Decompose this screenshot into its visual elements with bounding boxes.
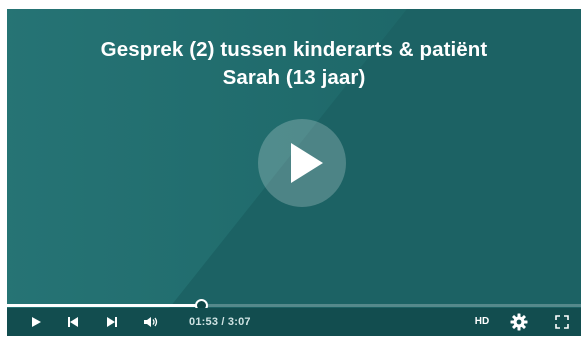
skip-back-icon	[68, 317, 78, 327]
play-icon	[291, 143, 323, 183]
progress-fill	[7, 304, 201, 307]
video-title-line-1: Gesprek (2) tussen kinderarts & patiënt	[100, 38, 488, 61]
play-icon	[32, 317, 41, 327]
time-display: 01:53 / 3:07	[189, 316, 251, 328]
hd-toggle[interactable]: HD	[469, 308, 495, 336]
skip-back-button[interactable]	[62, 308, 84, 336]
fullscreen-icon	[555, 315, 569, 329]
video-title: Gesprek (2) tussen kinderarts & patiënt …	[7, 36, 581, 92]
video-player[interactable]: Gesprek (2) tussen kinderarts & patiënt …	[7, 9, 581, 336]
skip-forward-button[interactable]	[101, 308, 123, 336]
play-button[interactable]	[25, 308, 47, 336]
big-play-button[interactable]	[258, 119, 346, 207]
control-bar: 01:53 / 3:07 HD	[7, 308, 581, 336]
fullscreen-button[interactable]	[551, 308, 573, 336]
skip-forward-icon	[107, 317, 117, 327]
gear-icon	[510, 313, 528, 331]
volume-button[interactable]	[139, 308, 163, 336]
video-title-line-2: Sarah (13 jaar)	[222, 66, 366, 89]
volume-icon	[144, 317, 158, 327]
settings-button[interactable]	[508, 308, 530, 336]
